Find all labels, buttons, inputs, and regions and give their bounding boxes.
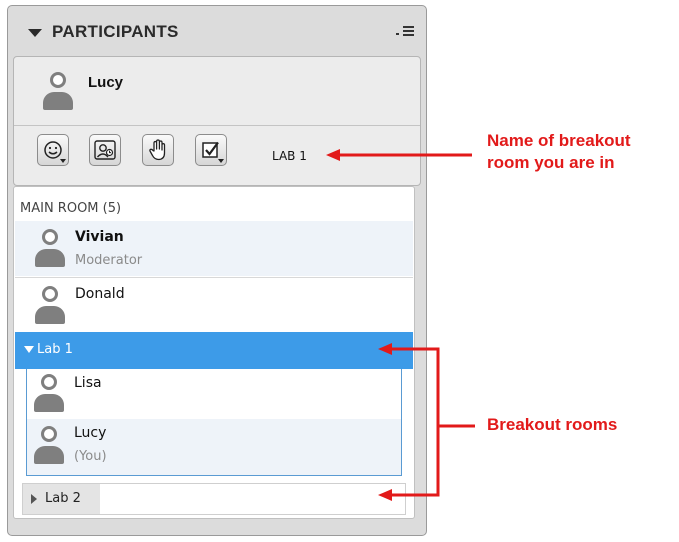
participant-name: Lisa	[74, 375, 102, 391]
status-toolbar: LAB 1	[14, 125, 420, 187]
breakout-room-lab1-header[interactable]: Lab 1	[15, 332, 413, 369]
annotation-room-name: Name of breakout room you are in	[487, 130, 631, 174]
smiley-icon	[44, 141, 62, 159]
breakout-room-label: Lab 2	[45, 491, 81, 506]
avatar-icon	[35, 229, 65, 269]
expand-triangle-icon	[24, 346, 34, 353]
away-user-icon	[94, 140, 116, 160]
collapsed-triangle-icon	[31, 494, 37, 504]
annotation-line: Name of breakout	[487, 131, 631, 150]
breakout-room-label: Lab 1	[37, 342, 73, 357]
panel-header: PARTICIPANTS	[8, 6, 426, 56]
participant-row-donald[interactable]: Donald	[15, 277, 413, 332]
participant-list: MAIN ROOM (5) Vivian Moderator Donald La…	[13, 186, 415, 519]
current-user-name: Lucy	[88, 74, 124, 91]
breakout-room-lab1-members: Lisa Lucy (You)	[26, 369, 402, 476]
avatar-icon	[35, 286, 65, 326]
participant-name: Vivian	[75, 229, 124, 245]
avatar-icon	[43, 72, 73, 112]
participant-role: Moderator	[75, 253, 143, 268]
participant-name: Lucy	[74, 425, 107, 441]
participant-note: (You)	[74, 449, 107, 464]
current-user-card: Lucy LAB 1	[13, 56, 421, 186]
checkbox-icon	[202, 141, 219, 158]
current-room-label: LAB 1	[272, 149, 307, 163]
hand-icon	[149, 139, 166, 161]
panel-menu-icon[interactable]	[396, 23, 414, 39]
participant-row-lisa[interactable]: Lisa	[27, 369, 401, 419]
annotation-breakout-rooms: Breakout rooms	[487, 415, 618, 434]
away-status-button[interactable]	[89, 134, 121, 166]
lab2-tab: Lab 2	[23, 484, 100, 514]
current-user-row: Lucy	[14, 57, 420, 126]
raise-hand-button[interactable]	[142, 134, 174, 166]
agree-status-button[interactable]	[195, 134, 227, 166]
main-room-title: MAIN ROOM (5)	[20, 201, 122, 216]
participant-row-lucy[interactable]: Lucy (You)	[27, 419, 401, 475]
collapse-triangle-icon[interactable]	[28, 29, 42, 37]
emotion-status-button[interactable]	[37, 134, 69, 166]
breakout-room-lab2-header[interactable]: Lab 2	[22, 483, 406, 515]
annotation-line: room you are in	[487, 153, 615, 172]
participant-name: Donald	[75, 286, 125, 302]
participant-row-vivian[interactable]: Vivian Moderator	[15, 221, 413, 276]
avatar-icon	[34, 426, 64, 466]
avatar-icon	[34, 374, 64, 414]
panel-title: PARTICIPANTS	[52, 22, 179, 41]
